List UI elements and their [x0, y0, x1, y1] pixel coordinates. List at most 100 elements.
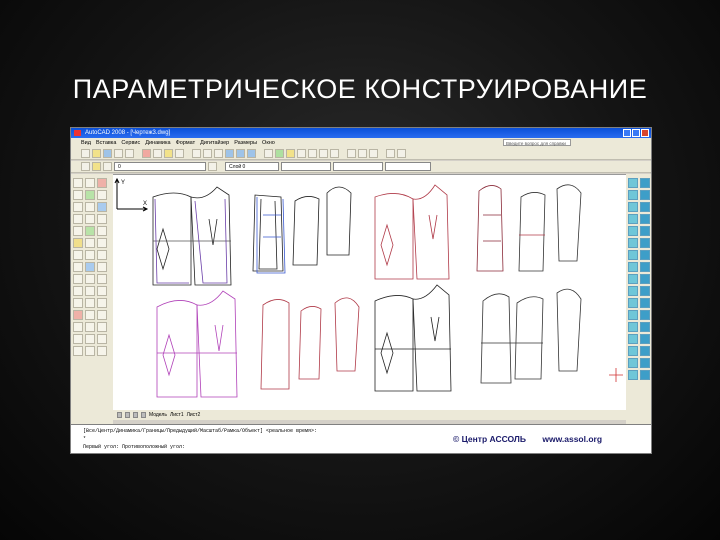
close-icon[interactable]: [641, 129, 649, 137]
snap-extension-icon[interactable]: [628, 202, 638, 212]
layer-previous-icon[interactable]: [397, 149, 406, 158]
extend-icon[interactable]: [85, 286, 95, 296]
copy-object-icon[interactable]: [97, 190, 107, 200]
linetype-select[interactable]: [281, 162, 331, 171]
snap-nearest-icon[interactable]: [628, 250, 638, 260]
line-icon[interactable]: [73, 178, 83, 188]
command-line[interactable]: [Все/Центр/Динамика/Границы/Предыдущий/М…: [71, 424, 651, 453]
stretch-icon[interactable]: [97, 274, 107, 284]
print-icon[interactable]: [114, 149, 123, 158]
snap-node-icon[interactable]: [640, 238, 650, 248]
snap-intersection-icon[interactable]: [628, 190, 638, 200]
zoom-previous-icon[interactable]: [247, 149, 256, 158]
erase-icon[interactable]: [97, 178, 107, 188]
polyline-icon[interactable]: [73, 190, 83, 200]
offset-icon[interactable]: [97, 214, 107, 224]
gradient-icon[interactable]: [73, 262, 83, 272]
explode-icon[interactable]: [73, 310, 83, 320]
snap-tangent-icon[interactable]: [640, 214, 650, 224]
dim-radius-icon[interactable]: [73, 322, 83, 332]
material-icon[interactable]: [640, 334, 650, 344]
table-icon[interactable]: [73, 274, 83, 284]
make-current-icon[interactable]: [208, 162, 217, 171]
save-icon[interactable]: [103, 149, 112, 158]
orbit-icon[interactable]: [628, 310, 638, 320]
mtext-icon[interactable]: [85, 274, 95, 284]
help-icon[interactable]: [330, 149, 339, 158]
layer-select[interactable]: 0: [114, 162, 206, 171]
color-select[interactable]: Слой 0: [225, 162, 279, 171]
tab-layout1[interactable]: Лист1: [170, 412, 184, 418]
chamfer-icon[interactable]: [85, 298, 95, 308]
circle-icon[interactable]: [73, 214, 83, 224]
region-icon[interactable]: [85, 262, 95, 272]
tolerance-icon[interactable]: [73, 334, 83, 344]
scale-icon[interactable]: [97, 262, 107, 272]
layer-state-icon[interactable]: [92, 162, 101, 171]
view-iso-icon[interactable]: [628, 298, 638, 308]
tab-last-icon[interactable]: [141, 412, 146, 418]
workspace-icon[interactable]: [386, 149, 395, 158]
dim-aligned-icon[interactable]: [97, 310, 107, 320]
dim-style-icon[interactable]: [358, 149, 367, 158]
make-block-icon[interactable]: [85, 238, 95, 248]
insert-block-icon[interactable]: [73, 238, 83, 248]
snap-insert-icon[interactable]: [628, 238, 638, 248]
table-style-icon[interactable]: [369, 149, 378, 158]
cut-icon[interactable]: [142, 149, 151, 158]
rectangle-icon[interactable]: [73, 202, 83, 212]
drawing-canvas[interactable]: Y X: [113, 174, 626, 411]
revision-cloud-icon[interactable]: [85, 214, 95, 224]
move-icon[interactable]: [97, 238, 107, 248]
menu-item-dimensions[interactable]: Размеры: [234, 138, 257, 148]
array-icon[interactable]: [97, 226, 107, 236]
tab-first-icon[interactable]: [117, 412, 122, 418]
minimize-icon[interactable]: [623, 129, 631, 137]
text-style-icon[interactable]: [347, 149, 356, 158]
snap-endpoint-icon[interactable]: [628, 178, 638, 188]
tab-model[interactable]: Модель: [149, 412, 167, 418]
tab-prev-icon[interactable]: [125, 412, 130, 418]
copy-icon[interactable]: [153, 149, 162, 158]
undo-icon[interactable]: [192, 149, 201, 158]
menu-item-dynamics[interactable]: Динамика: [145, 138, 170, 148]
dim-baseline-icon[interactable]: [97, 346, 107, 356]
snap-none-icon[interactable]: [640, 250, 650, 260]
menu-item-tools[interactable]: Сервис: [121, 138, 140, 148]
match-properties-icon[interactable]: [175, 149, 184, 158]
ellipse-icon[interactable]: [85, 226, 95, 236]
menu-item-format[interactable]: Формат: [176, 138, 196, 148]
light-icon[interactable]: [628, 334, 638, 344]
spline-icon[interactable]: [73, 226, 83, 236]
view-right-icon[interactable]: [640, 286, 650, 296]
leader-icon[interactable]: [97, 322, 107, 332]
pan-icon[interactable]: [214, 149, 223, 158]
paste-icon[interactable]: [164, 149, 173, 158]
snap-perpendicular-icon[interactable]: [628, 226, 638, 236]
markup-icon[interactable]: [308, 149, 317, 158]
snap-settings-icon[interactable]: [628, 262, 638, 272]
ucs-face-icon[interactable]: [640, 358, 650, 368]
dim-linear-icon[interactable]: [85, 310, 95, 320]
plotstyle-select[interactable]: [385, 162, 431, 171]
ucs-z-icon[interactable]: [640, 370, 650, 380]
dim-edit-icon[interactable]: [97, 334, 107, 344]
rotate-icon[interactable]: [97, 250, 107, 260]
render-icon[interactable]: [628, 322, 638, 332]
ucs-object-icon[interactable]: [628, 358, 638, 368]
polygon-icon[interactable]: [85, 190, 95, 200]
lineweight-select[interactable]: [333, 162, 383, 171]
menu-item-digitizer[interactable]: Дигитайзер: [200, 138, 229, 148]
construction-line-icon[interactable]: [85, 178, 95, 188]
menu-item-window[interactable]: Окно: [262, 138, 275, 148]
snap-parallel-icon[interactable]: [640, 226, 650, 236]
center-mark-icon[interactable]: [85, 334, 95, 344]
join-icon[interactable]: [73, 298, 83, 308]
ucs-world-icon[interactable]: [640, 346, 650, 356]
zoom-realtime-icon[interactable]: [225, 149, 234, 158]
zoom-window-icon[interactable]: [236, 149, 245, 158]
view-bottom-icon[interactable]: [640, 298, 650, 308]
trim-icon[interactable]: [73, 286, 83, 296]
ucs-icon[interactable]: [628, 346, 638, 356]
snap-center-icon[interactable]: [640, 202, 650, 212]
